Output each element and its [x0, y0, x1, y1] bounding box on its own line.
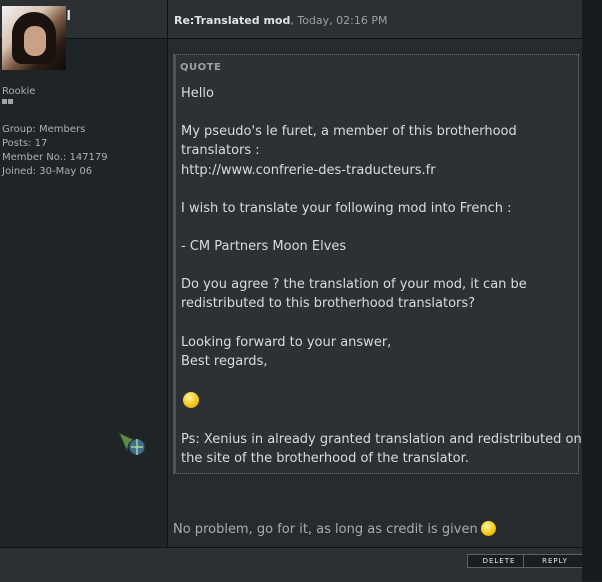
cursor-globe-icon: [118, 432, 146, 456]
quote-line: Best regards,: [181, 354, 268, 369]
quote-block: [173, 54, 579, 474]
user-joined: Joined: 30-May 06: [2, 166, 93, 177]
quote-line: Ps: Xenius in already granted translatio…: [181, 432, 582, 447]
quote-line: translators :: [181, 143, 260, 158]
quote-line: the site of the brotherhood of the trans…: [181, 451, 469, 466]
quote-line: Hello: [181, 86, 214, 101]
rank-pip: [2, 99, 7, 104]
quote-line: - CM Partners Moon Elves: [181, 239, 347, 254]
avatar-face: [24, 26, 46, 56]
quote-line: Looking forward to your answer,: [181, 335, 392, 350]
post-subject: Re:Translated mod: [174, 14, 291, 27]
delete-button[interactable]: DELETE: [467, 554, 531, 568]
user-member-no: Member No.: 147179: [2, 152, 108, 163]
post-body: No problem, go for it, as long as credit…: [173, 521, 496, 537]
grin-emoticon-icon: [480, 521, 496, 536]
quote-line: My pseudo's le furet, a member of this b…: [181, 124, 517, 139]
quote-line: redistributed to this brotherhood transl…: [181, 296, 476, 311]
user-info-panel: [0, 39, 167, 547]
user-posts: Posts: 17: [2, 138, 48, 149]
rank-pips: [2, 99, 13, 104]
post-date: , Today, 02:16 PM: [290, 14, 388, 27]
user-group: Group: Members: [2, 124, 86, 135]
quote-label: QUOTE: [180, 62, 222, 73]
rank-pip: [8, 99, 13, 104]
page-edge: [582, 0, 602, 581]
wink-emoticon-icon: [183, 392, 199, 408]
avatar: [2, 6, 66, 70]
post-title: Re:Translated mod, Today, 02:16 PM: [174, 14, 387, 27]
quote-line: I wish to translate your following mod i…: [181, 201, 512, 216]
post-body-text: No problem, go for it, as long as credit…: [173, 522, 478, 537]
user-rank: Rookie: [2, 86, 36, 97]
reply-button[interactable]: REPLY: [523, 554, 587, 568]
quote-link[interactable]: http://www.confrerie-des-traducteurs.fr: [181, 163, 436, 178]
quote-line: Do you agree ? the translation of your m…: [181, 277, 527, 292]
user-stats: Group: Members Posts: 17 Member No.: 147…: [2, 123, 108, 179]
